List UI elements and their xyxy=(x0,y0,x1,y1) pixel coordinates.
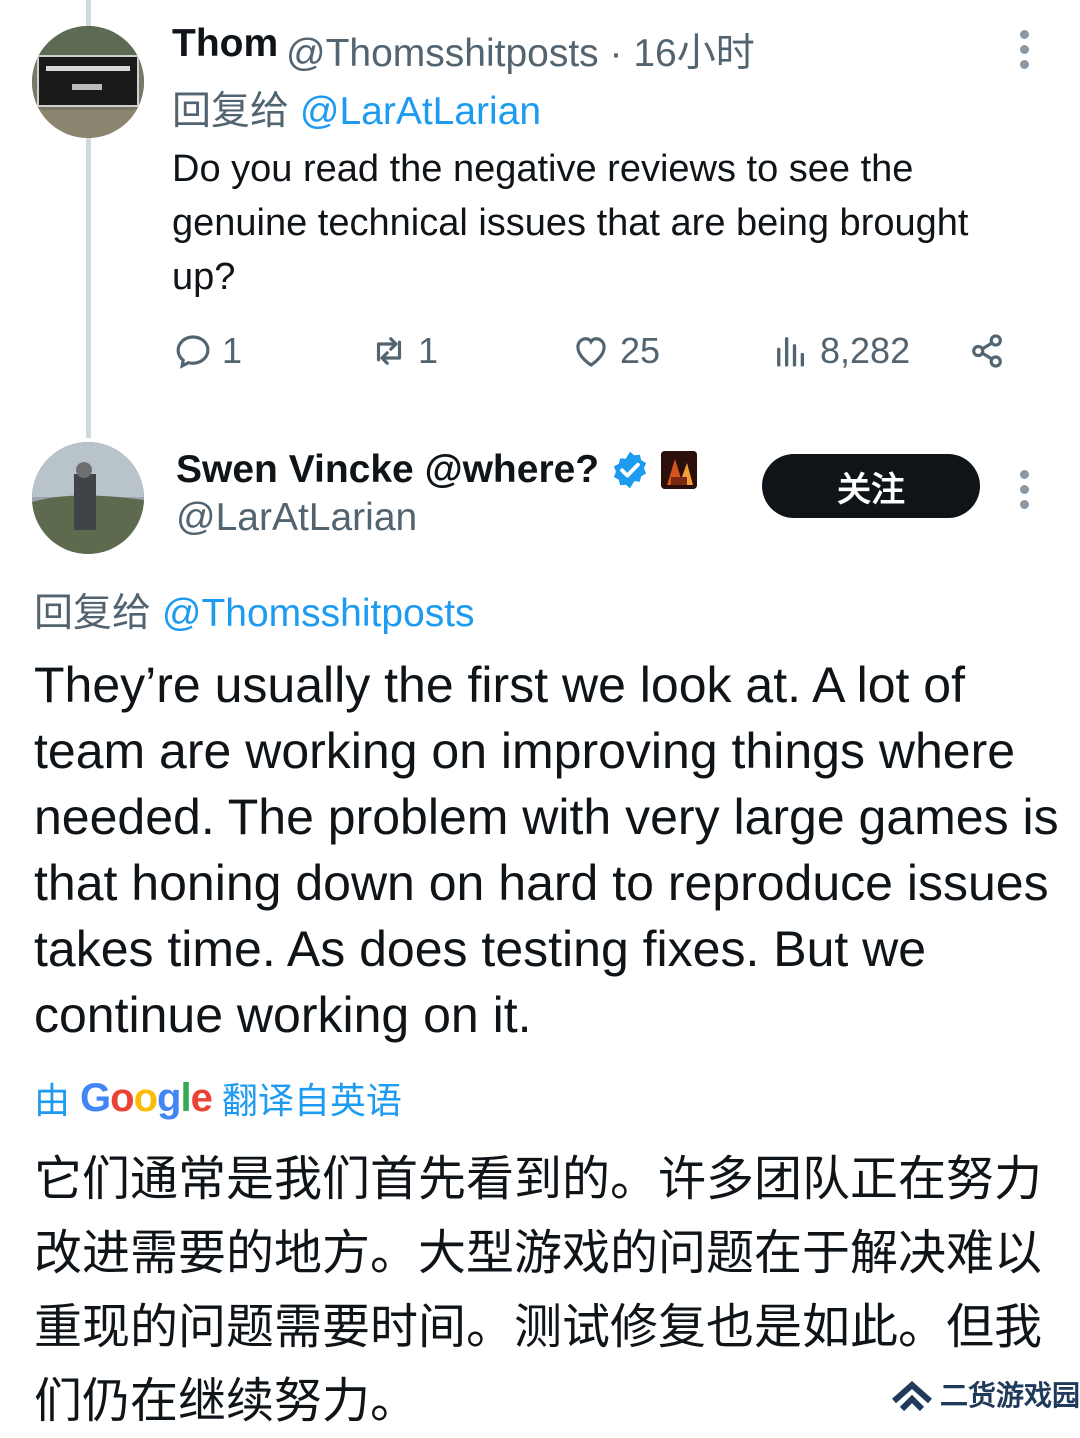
author-name-line: Swen Vincke @where? xyxy=(176,448,698,492)
tweet-text: They’re usually the first we look at. A … xyxy=(34,657,1059,1043)
author-handle-time[interactable]: @Thomsshitposts · 16小时 xyxy=(286,22,755,78)
reply-count: 1 xyxy=(222,330,243,371)
watermark: 二货游戏园 xyxy=(890,1374,1080,1414)
author-handle[interactable]: @LarAtLarian xyxy=(176,496,417,540)
reply-context: 回复给 @Thomsshitposts xyxy=(34,582,475,638)
affiliate-badge-icon xyxy=(661,451,698,489)
translation-attribution[interactable]: 由 Google 翻译自英语 xyxy=(34,1072,402,1124)
watermark-logo-icon xyxy=(892,1380,932,1412)
reply-prefix: 回复给 xyxy=(172,90,290,133)
author-name[interactable]: Thom xyxy=(172,22,278,66)
avatar-swen-vincke[interactable] xyxy=(32,442,144,554)
reply-mention-link[interactable]: @LarAtLarian xyxy=(300,90,541,133)
verified-badge-icon xyxy=(614,451,647,489)
follow-button[interactable]: 关注 xyxy=(762,454,980,518)
reply-context: 回复给 @LarAtLarian xyxy=(172,80,541,136)
reply-prefix: 回复给 xyxy=(34,592,152,635)
more-options-icon[interactable] xyxy=(1020,30,1030,75)
views-button[interactable]: 8,282 xyxy=(770,330,910,372)
reply-button[interactable]: 1 xyxy=(172,330,242,372)
avatar-thom[interactable] xyxy=(32,26,144,138)
retweet-icon xyxy=(376,337,402,365)
translate-suffix: 翻译自英语 xyxy=(221,1080,402,1121)
avatar-thom-image xyxy=(32,26,144,138)
share-button[interactable] xyxy=(966,330,1016,372)
watermark-text: 二货游戏园 xyxy=(940,1380,1080,1411)
retweet-count: 1 xyxy=(418,330,439,371)
reply-mention-link[interactable]: @Thomsshitposts xyxy=(162,592,475,635)
view-count: 8,282 xyxy=(820,330,911,371)
retweet-button[interactable]: 1 xyxy=(368,330,438,372)
like-count: 25 xyxy=(620,330,661,371)
views-chart-icon xyxy=(777,337,805,367)
more-options-icon[interactable] xyxy=(1020,470,1030,515)
share-icon xyxy=(972,334,1002,368)
tweet-text: Do you read the negative reviews to see … xyxy=(172,148,969,298)
heart-icon xyxy=(576,337,606,367)
avatar-swen-vincke-image xyxy=(32,442,144,554)
author-name[interactable]: Swen Vincke @where? xyxy=(176,448,599,492)
like-button[interactable]: 25 xyxy=(570,330,660,372)
translate-prefix: 由 xyxy=(34,1080,71,1121)
tweet-actions: 1 1 25 8,282 xyxy=(172,330,1022,382)
google-logo: Google xyxy=(80,1075,213,1120)
reply-icon xyxy=(176,335,210,369)
